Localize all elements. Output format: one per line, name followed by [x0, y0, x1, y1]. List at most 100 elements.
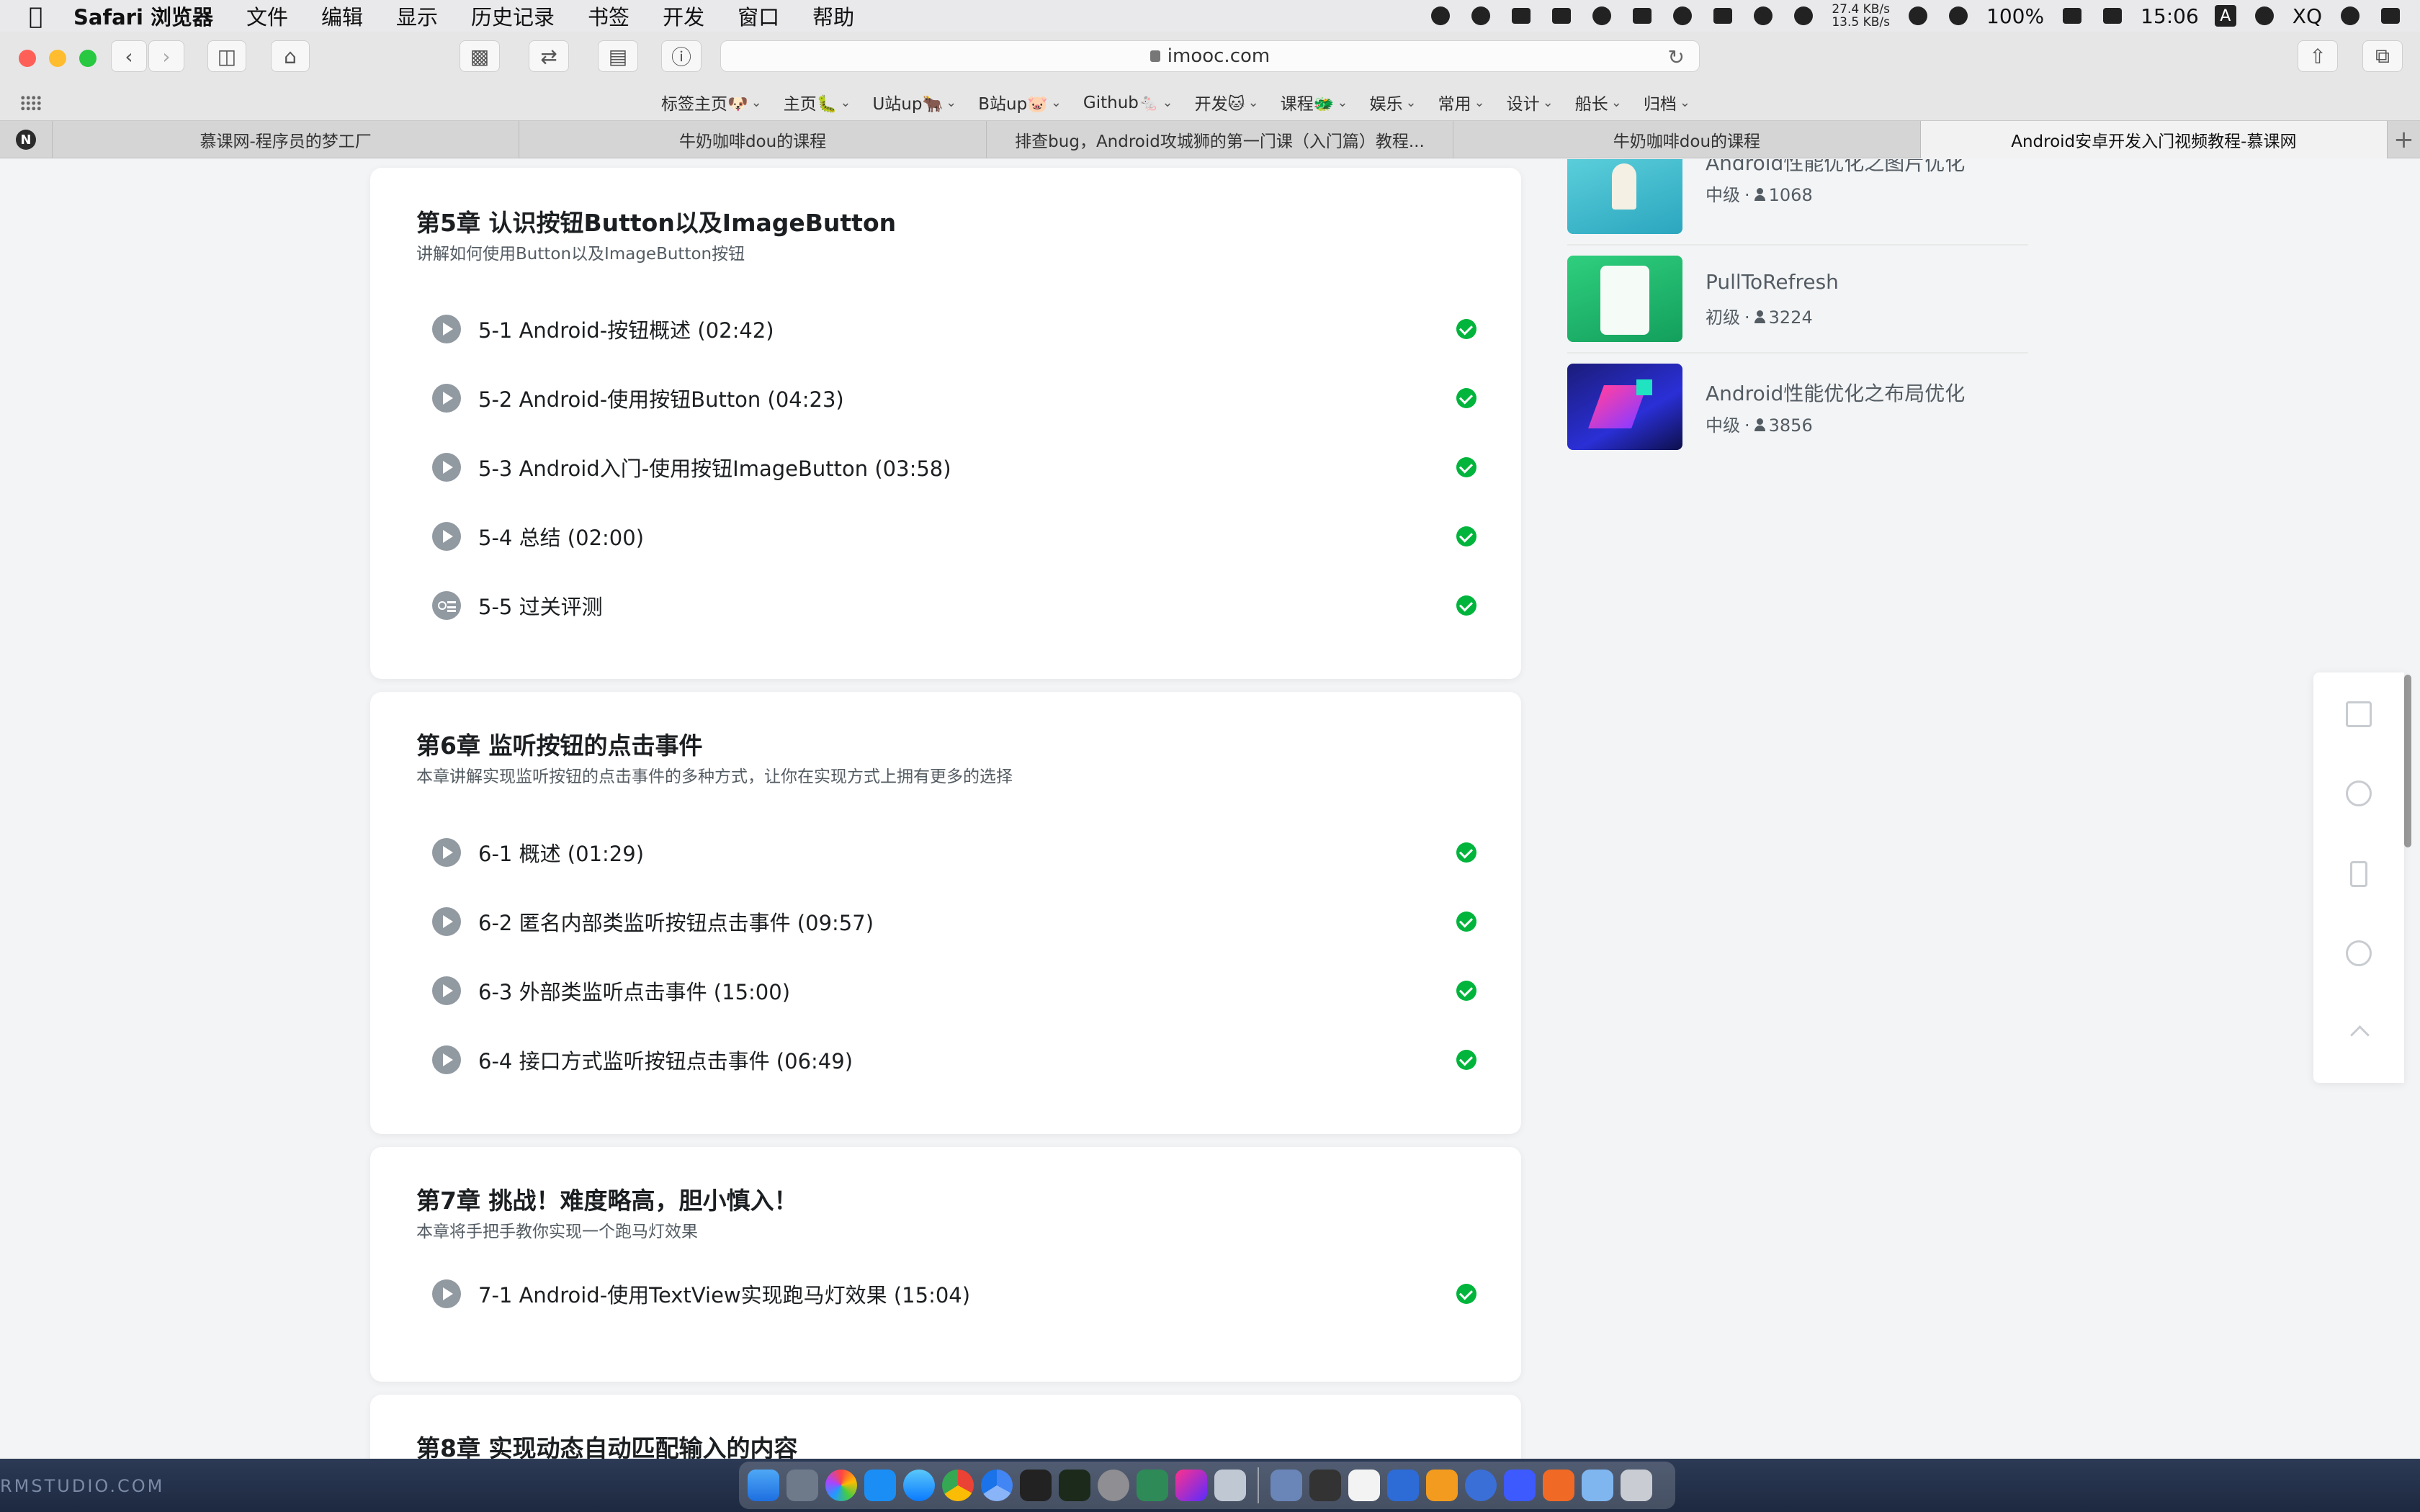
- new-tab-button[interactable]: +: [2387, 121, 2420, 158]
- extension-button-3[interactable]: ▤: [598, 40, 638, 72]
- sublime-icon[interactable]: [1543, 1470, 1574, 1501]
- menu-develop[interactable]: 开发: [663, 1, 704, 31]
- back-to-top-icon[interactable]: [2346, 1020, 2372, 1045]
- airdrop-icon[interactable]: [1670, 5, 1695, 27]
- volume-icon[interactable]: [2100, 5, 2125, 27]
- favorite-folder[interactable]: 主页🐛 ⌄: [784, 90, 851, 114]
- app-store-icon[interactable]: [864, 1470, 896, 1501]
- home-button[interactable]: ⌂: [271, 40, 310, 72]
- system-preferences-icon[interactable]: [1098, 1470, 1129, 1501]
- launchpad-icon[interactable]: [786, 1470, 818, 1501]
- document-icon[interactable]: [1348, 1470, 1380, 1501]
- lesson-item[interactable]: 5-5 过关评测: [432, 584, 1476, 627]
- tab[interactable]: 牛奶咖啡dou的课程: [519, 121, 985, 158]
- menu-window[interactable]: 窗口: [738, 1, 779, 31]
- lesson-item[interactable]: 5-1 Android-按钮概述 (02:42): [432, 307, 1476, 351]
- user-name[interactable]: XQ: [2293, 4, 2322, 28]
- recommended-course[interactable]: Android性能优化之图片优化 中级 · 1068: [1567, 159, 2028, 246]
- chrome-icon[interactable]: [942, 1470, 974, 1501]
- stack-icon[interactable]: [1549, 5, 1574, 27]
- menu-file[interactable]: 文件: [246, 1, 288, 31]
- minimize-window-button[interactable]: [49, 50, 66, 67]
- dictionary-icon[interactable]: [1309, 1470, 1341, 1501]
- tab-overview-button[interactable]: ⧉: [2362, 40, 2403, 72]
- favorite-folder[interactable]: 课程🐲 ⌄: [1281, 90, 1348, 114]
- lesson-item[interactable]: 6-3 外部类监听点击事件 (15:00): [432, 969, 1476, 1012]
- evernote-icon[interactable]: [1428, 5, 1453, 27]
- input-method-icon[interactable]: A: [2214, 5, 2236, 27]
- customer-service-icon[interactable]: [2346, 940, 2372, 966]
- gitkraken-icon[interactable]: [1426, 1470, 1458, 1501]
- file-icon[interactable]: [1270, 1470, 1302, 1501]
- menu-bookmarks[interactable]: 书签: [588, 1, 629, 31]
- preview-icon[interactable]: [1214, 1470, 1246, 1501]
- grid-icon[interactable]: [20, 95, 42, 111]
- hat-icon[interactable]: [1469, 5, 1493, 27]
- tab[interactable]: 排查bug，Android攻城狮的第一门课（入门篇）教程...: [985, 121, 1453, 158]
- recommended-course[interactable]: Android性能优化之布局优化 中级 · 3856: [1567, 354, 2028, 462]
- intellij-icon[interactable]: [1175, 1470, 1207, 1501]
- photos-icon[interactable]: [825, 1470, 857, 1501]
- menu-history[interactable]: 历史记录: [471, 1, 555, 31]
- chrome-canary-icon[interactable]: [981, 1470, 1013, 1501]
- favorite-folder[interactable]: U站up🐂 ⌄: [872, 90, 956, 114]
- trash-icon[interactable]: [1621, 1470, 1652, 1501]
- extension-button-1[interactable]: ▩: [460, 40, 500, 72]
- sync-icon[interactable]: [1791, 5, 1816, 27]
- close-window-button[interactable]: [19, 50, 36, 67]
- spotlight-search-icon[interactable]: [2252, 5, 2277, 27]
- menu-help[interactable]: 帮助: [812, 1, 854, 31]
- lesson-item[interactable]: 5-3 Android入门-使用按钮ImageButton (03:58): [432, 446, 1476, 489]
- zoom-window-button[interactable]: [79, 50, 97, 67]
- favorite-folder[interactable]: 常用 ⌄: [1438, 90, 1485, 114]
- tab-group-icon[interactable]: N: [0, 121, 52, 158]
- favorite-folder[interactable]: 设计 ⌄: [1507, 90, 1554, 114]
- favorite-folder[interactable]: 开发🐱 ⌄: [1195, 90, 1259, 114]
- lesson-item[interactable]: 5-2 Android-使用按钮Button (04:23): [432, 377, 1476, 420]
- lesson-item[interactable]: 7-1 Android-使用TextView实现跑马灯效果 (15:04): [432, 1272, 1476, 1315]
- chrome-app-icon[interactable]: [1465, 1470, 1497, 1501]
- help-icon[interactable]: [2346, 780, 2372, 806]
- lesson-item[interactable]: 6-4 接口方式监听按钮点击事件 (06:49): [432, 1038, 1476, 1081]
- tab-active[interactable]: Android安卓开发入门视频教程-慕课网: [1919, 121, 2388, 158]
- k-app-icon[interactable]: [1504, 1470, 1536, 1501]
- layout-icon[interactable]: [1630, 5, 1654, 27]
- forward-button[interactable]: ›: [148, 40, 184, 72]
- hexagon-icon[interactable]: [1590, 5, 1614, 27]
- gear-icon[interactable]: [1751, 5, 1775, 27]
- apple-menu-icon[interactable]: : [29, 2, 50, 30]
- extension-button-2[interactable]: ⇄: [529, 40, 569, 72]
- shield-icon[interactable]: [1509, 5, 1533, 27]
- lesson-item[interactable]: 6-2 匿名内部类监听按钮点击事件 (09:57): [432, 900, 1476, 943]
- sidebar-button[interactable]: ◫: [207, 40, 246, 72]
- back-button[interactable]: ‹: [111, 40, 147, 72]
- scrollbar-thumb[interactable]: [2404, 675, 2411, 847]
- finder-icon[interactable]: [748, 1470, 779, 1501]
- feedback-icon[interactable]: [2346, 701, 2372, 727]
- lesson-item[interactable]: 6-1 概述 (01:29): [432, 831, 1476, 874]
- clock[interactable]: 15:06: [2141, 4, 2199, 28]
- android-studio-icon[interactable]: [1137, 1470, 1168, 1501]
- notification-center-icon[interactable]: [2378, 5, 2403, 27]
- menu-app-name[interactable]: Safari 浏览器: [73, 1, 213, 31]
- share-button[interactable]: ⇧: [2298, 40, 2338, 72]
- wifi-icon[interactable]: [1906, 5, 1930, 27]
- favorite-folder[interactable]: B站up🐷 ⌄: [978, 90, 1062, 114]
- tab[interactable]: 牛奶咖啡dou的课程: [1453, 121, 1919, 158]
- address-bar[interactable]: imooc.com ↻: [720, 40, 1700, 72]
- menu-view[interactable]: 显示: [396, 1, 438, 31]
- time-machine-icon[interactable]: [1946, 5, 1971, 27]
- recommended-course[interactable]: PullToRefresh 初级 · 3224: [1567, 246, 2028, 354]
- safari-icon[interactable]: [903, 1470, 935, 1501]
- iterm-icon[interactable]: [1059, 1470, 1090, 1501]
- mobile-app-icon[interactable]: [2350, 861, 2367, 887]
- extension-button-4[interactable]: ⓘ: [661, 40, 702, 72]
- lesson-item[interactable]: 5-4 总结 (02:00): [432, 515, 1476, 558]
- favorite-folder[interactable]: Github🐁 ⌄: [1083, 93, 1173, 112]
- favorite-folder[interactable]: 归档 ⌄: [1644, 90, 1690, 114]
- network-icon[interactable]: [1387, 1470, 1419, 1501]
- terminal-icon[interactable]: [1020, 1470, 1052, 1501]
- favorite-folder[interactable]: 标签主页🐶 ⌄: [661, 90, 762, 114]
- tab[interactable]: 慕课网-程序员的梦工厂: [51, 121, 519, 158]
- favorite-folder[interactable]: 娱乐 ⌄: [1369, 90, 1416, 114]
